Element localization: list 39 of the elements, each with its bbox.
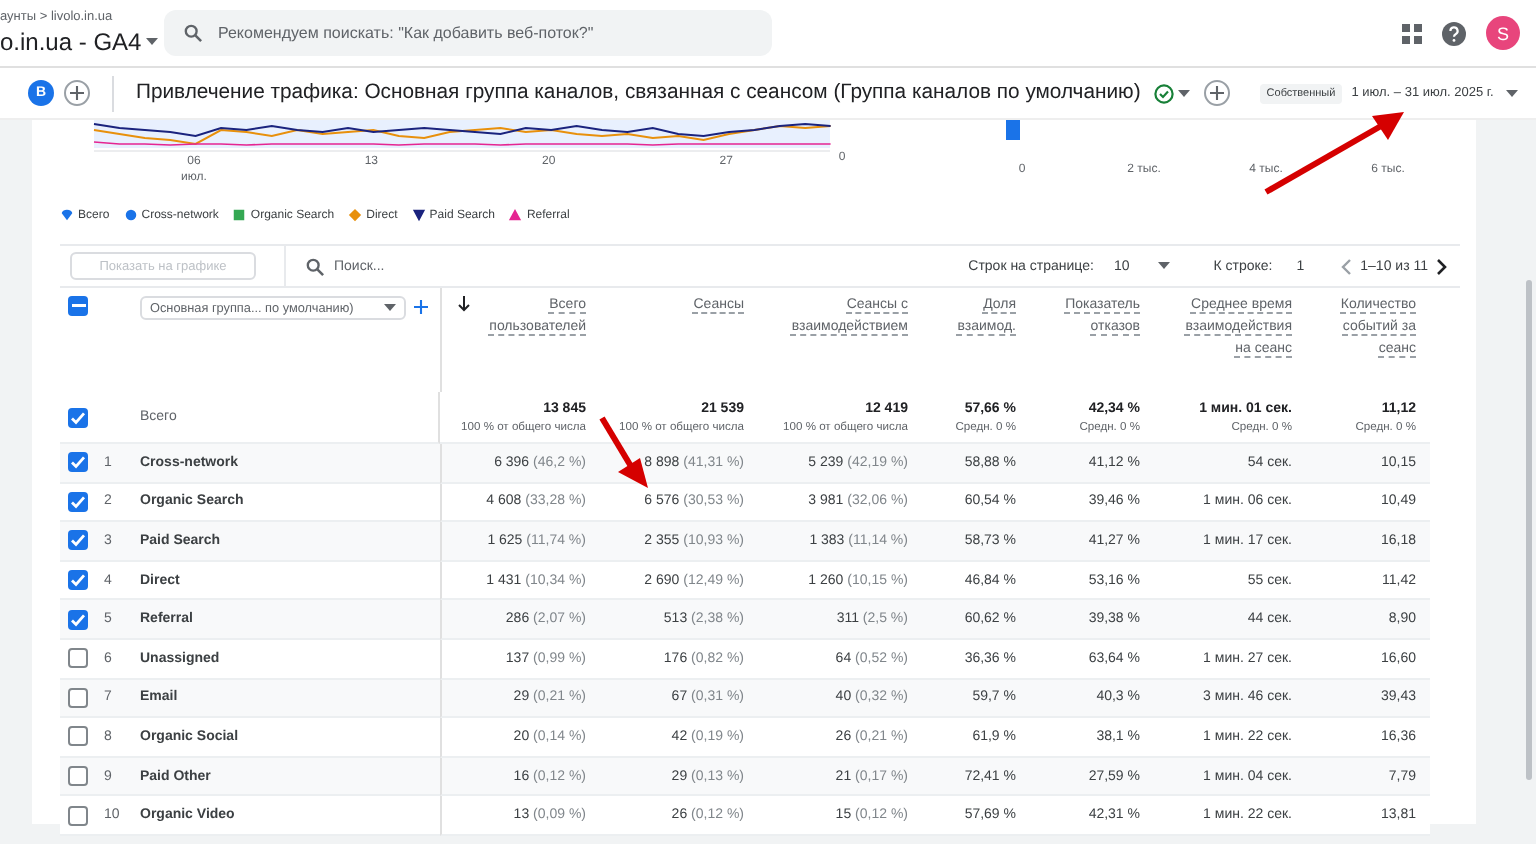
scrollbar[interactable]	[1526, 280, 1532, 780]
checkbox[interactable]	[68, 452, 88, 473]
status-button[interactable]	[1150, 83, 1195, 103]
help-icon[interactable]	[1442, 21, 1466, 45]
caret-icon	[1157, 262, 1170, 270]
add-comparison-button[interactable]	[64, 80, 90, 106]
previous-page-button[interactable]	[1340, 257, 1353, 275]
search-icon	[184, 24, 202, 42]
property-name[interactable]: o.in.ua - GA4	[0, 28, 142, 56]
next-page-button[interactable]	[1436, 257, 1448, 275]
checkbox[interactable]	[68, 687, 88, 708]
caret-icon	[145, 38, 158, 46]
user-avatar[interactable]: S	[1486, 16, 1520, 50]
checkbox[interactable]	[68, 609, 88, 630]
plus-icon	[1210, 86, 1225, 100]
checkbox[interactable]	[68, 726, 88, 747]
minus-icon	[71, 304, 85, 308]
bar-drawing	[1006, 120, 1020, 140]
checkbox[interactable]	[68, 648, 88, 669]
plus-icon	[414, 300, 428, 314]
search-icon	[306, 257, 324, 275]
caret-icon	[1178, 89, 1191, 97]
caret-icon	[384, 304, 396, 312]
apps-grid-icon[interactable]	[1402, 23, 1422, 43]
check-circle-icon	[1154, 83, 1175, 103]
search-field[interactable]: Рекомендуем поискать: "Как добавить веб-поток?"	[164, 10, 772, 56]
sort-arrow-icon[interactable]	[458, 296, 470, 312]
checkbox[interactable]	[68, 570, 88, 591]
add-button[interactable]	[1204, 80, 1231, 106]
plus-icon	[70, 86, 84, 100]
annotation-arrow	[596, 414, 652, 490]
checkbox[interactable]	[68, 491, 88, 512]
report-title: Привлечение трафика: Основная группа каналов, связанная с сеансом (Группа каналов по умолчанию)	[136, 82, 1141, 104]
select-all-checkbox[interactable]	[68, 296, 88, 316]
checkbox[interactable]	[68, 766, 88, 787]
checkbox[interactable]	[68, 407, 88, 427]
checkbox[interactable]	[68, 530, 88, 551]
checkbox[interactable]	[68, 805, 88, 826]
caret-icon	[1505, 89, 1518, 97]
